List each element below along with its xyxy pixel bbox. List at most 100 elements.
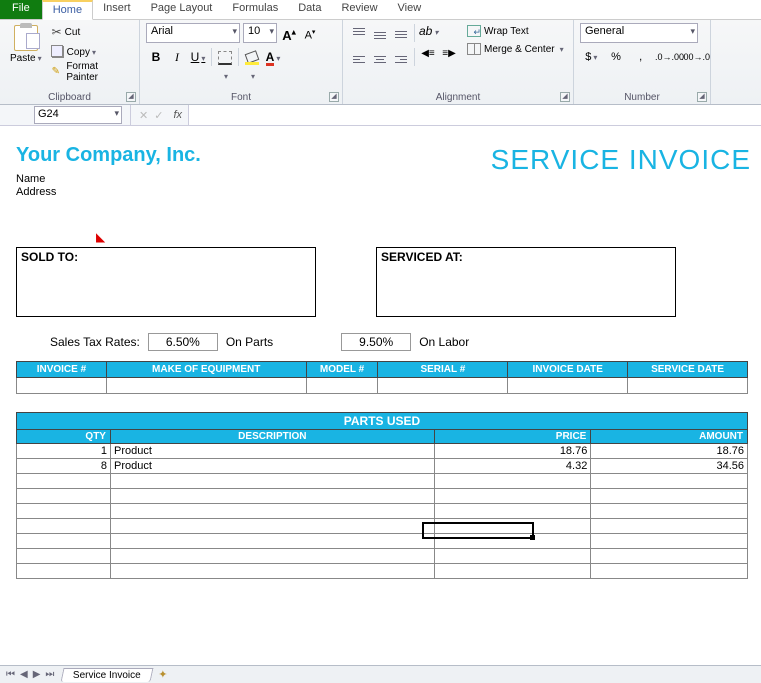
worksheet[interactable]: Your Company, Inc. SERVICE INVOICE Name … — [0, 126, 761, 665]
paste-label: Paste — [10, 53, 42, 64]
table-row — [17, 378, 748, 394]
paste-icon — [14, 25, 38, 51]
font-size-combo[interactable]: 10 — [243, 23, 277, 43]
font-name-combo[interactable]: Arial — [146, 23, 240, 43]
merge-label: Merge & Center — [484, 44, 555, 55]
table-row — [17, 534, 748, 549]
group-label-alignment: Alignment — [343, 92, 573, 103]
comma-format-button[interactable]: , — [629, 47, 652, 67]
border-button[interactable] — [215, 47, 235, 67]
col-desc: DESCRIPTION — [110, 430, 434, 444]
cell-desc: Product — [110, 444, 434, 459]
tab-formulas[interactable]: Formulas — [222, 0, 288, 19]
table-row — [17, 489, 748, 504]
number-dialog-launcher[interactable]: ◢ — [697, 92, 707, 102]
tab-nav-last[interactable]: ⏭ — [43, 669, 56, 680]
table-row — [17, 519, 748, 534]
increase-indent-button[interactable]: ≡▶ — [439, 47, 459, 67]
decrease-decimal-button[interactable]: .00→.0 — [680, 47, 704, 67]
align-center-button[interactable] — [370, 47, 390, 67]
italic-button[interactable]: I — [167, 47, 187, 67]
font-color-button[interactable]: A — [263, 47, 283, 67]
comment-indicator-icon: ◣ — [96, 230, 105, 244]
cell-qty: 1 — [17, 444, 111, 459]
border-icon — [218, 51, 232, 65]
tab-nav-next[interactable]: ▶ — [31, 669, 43, 680]
group-clipboard: Paste ✂Cut Copy ✎Format Painter Clipboar… — [0, 20, 140, 104]
group-label-clipboard: Clipboard — [0, 92, 139, 103]
align-right-button[interactable] — [391, 47, 411, 67]
name-box[interactable]: G24 — [34, 106, 122, 124]
cancel-formula-button[interactable]: ✕ — [139, 109, 148, 122]
wrap-text-button[interactable]: Wrap Text — [465, 23, 566, 39]
col-service-date: SERVICE DATE — [628, 362, 748, 378]
group-number: General $ % , .0→.00 .00→.0 Number ◢ — [574, 20, 711, 104]
align-bottom-button[interactable] — [391, 23, 411, 43]
table-row: 8 Product 4.32 34.56 — [17, 459, 748, 474]
merge-center-button[interactable]: Merge & Center — [465, 41, 566, 57]
tax-labor-value: 9.50% — [341, 333, 411, 351]
tab-nav-first[interactable]: ⏮ — [4, 669, 17, 680]
formula-input[interactable] — [188, 105, 761, 125]
paste-button[interactable]: Paste — [6, 23, 46, 89]
tab-review[interactable]: Review — [331, 0, 387, 19]
insert-function-button[interactable]: fx — [173, 109, 182, 121]
enter-formula-button[interactable]: ✓ — [154, 109, 163, 122]
copy-button[interactable]: Copy — [50, 43, 133, 61]
group-label-font: Font — [140, 92, 342, 103]
cut-button[interactable]: ✂Cut — [50, 23, 133, 41]
alignment-dialog-launcher[interactable]: ◢ — [560, 92, 570, 102]
format-painter-button[interactable]: ✎Format Painter — [50, 63, 133, 81]
bold-button[interactable]: B — [146, 47, 166, 67]
table-row — [17, 549, 748, 564]
shrink-font-button[interactable]: A▾ — [301, 23, 319, 43]
copy-label: Copy — [67, 47, 96, 58]
number-format-combo[interactable]: General — [580, 23, 698, 43]
on-parts-label: On Parts — [226, 335, 273, 349]
sold-to-box: SOLD TO: — [16, 247, 316, 317]
tab-view[interactable]: View — [388, 0, 432, 19]
brush-icon: ✎ — [52, 66, 64, 78]
tax-rates-label: Sales Tax Rates: — [50, 335, 140, 349]
sheet-tab-label: Service Invoice — [73, 670, 141, 681]
invoice-header-table: INVOICE # MAKE OF EQUIPMENT MODEL # SERI… — [16, 361, 748, 394]
clipboard-dialog-launcher[interactable]: ◢ — [126, 92, 136, 102]
align-middle-button[interactable] — [370, 23, 390, 43]
wrap-label: Wrap Text — [484, 26, 529, 37]
tab-nav-prev[interactable]: ◀ — [18, 669, 30, 680]
cell-desc: Product — [110, 459, 434, 474]
group-alignment: ab ◀≡ ≡▶ Wrap Text Merge & Center — [343, 20, 574, 104]
formula-bar: G24 ✕ ✓ fx — [0, 105, 761, 126]
tax-parts-value: 6.50% — [148, 333, 218, 351]
align-top-button[interactable] — [349, 23, 369, 43]
ribbon-tabs: File Home Insert Page Layout Formulas Da… — [0, 0, 761, 20]
cut-label: Cut — [65, 27, 81, 38]
col-make: MAKE OF EQUIPMENT — [106, 362, 306, 378]
group-label-number: Number — [574, 92, 710, 103]
decrease-indent-button[interactable]: ◀≡ — [418, 47, 438, 67]
format-painter-label: Format Painter — [66, 61, 131, 83]
cell-amount: 18.76 — [591, 444, 748, 459]
group-font: Arial 10 A▴ A▾ B I U A Font ◢ — [140, 20, 343, 104]
wrap-icon — [467, 25, 481, 37]
accounting-format-button[interactable]: $ — [580, 47, 603, 67]
tab-data[interactable]: Data — [288, 0, 331, 19]
tab-file[interactable]: File — [0, 0, 42, 19]
col-invoice-date: INVOICE DATE — [508, 362, 628, 378]
percent-format-button[interactable]: % — [605, 47, 628, 67]
grow-font-button[interactable]: A▴ — [280, 23, 298, 43]
tab-insert[interactable]: Insert — [93, 0, 141, 19]
ribbon: Paste ✂Cut Copy ✎Format Painter Clipboar… — [0, 20, 761, 105]
tab-page-layout[interactable]: Page Layout — [141, 0, 223, 19]
increase-decimal-button[interactable]: .0→.00 — [654, 47, 678, 67]
align-left-button[interactable] — [349, 47, 369, 67]
font-dialog-launcher[interactable]: ◢ — [329, 92, 339, 102]
col-amount: AMOUNT — [591, 430, 748, 444]
sheet-tab-service-invoice[interactable]: Service Invoice — [61, 668, 154, 682]
tab-home[interactable]: Home — [42, 0, 93, 20]
fill-color-button[interactable] — [242, 47, 262, 67]
serviced-at-box: SERVICED AT: — [376, 247, 676, 317]
orientation-button[interactable]: ab — [418, 23, 438, 43]
underline-button[interactable]: U — [188, 47, 208, 67]
new-sheet-button[interactable]: ✦ — [158, 668, 167, 681]
